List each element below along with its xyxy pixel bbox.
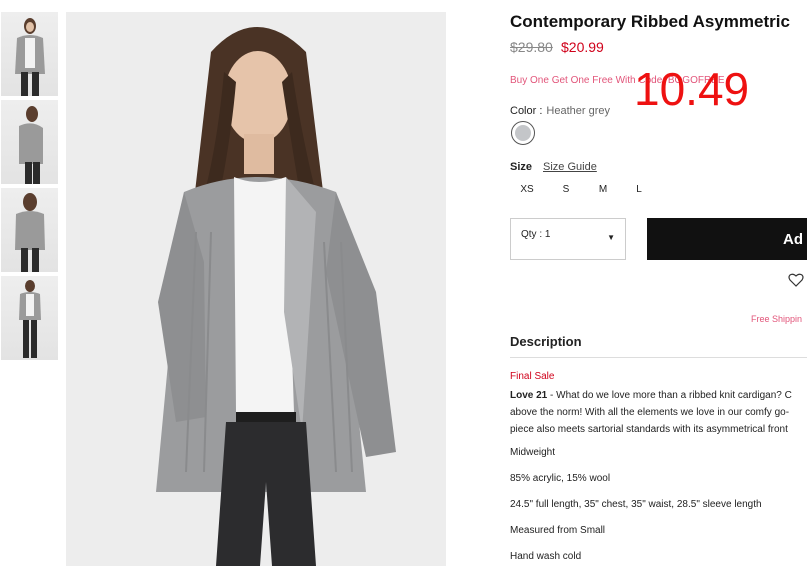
fabric-text: 85% acrylic, 15% wool — [510, 473, 611, 484]
color-swatch-heather-grey[interactable] — [511, 121, 535, 145]
free-shipping-text[interactable]: Free Shippin — [751, 314, 802, 324]
color-value: Heather grey — [546, 105, 610, 117]
product-title: Contemporary Ribbed Asymmetric — [510, 12, 790, 31]
size-label: Size — [510, 161, 533, 173]
description-line-2: above the norm! With all the elements we… — [510, 407, 790, 418]
size-option-l[interactable]: L — [624, 184, 654, 195]
measurements-text: 24.5" full length, 35" chest, 35" waist,… — [510, 499, 762, 510]
description-heading: Description — [510, 334, 582, 349]
add-to-bag-label: Ad — [783, 231, 803, 248]
thumbnail-side[interactable] — [1, 100, 58, 184]
measured-from-text: Measured from Small — [510, 525, 606, 536]
color-label: Color : — [510, 105, 543, 117]
heart-icon[interactable] — [788, 272, 804, 288]
original-price: $29.80 — [510, 39, 553, 55]
add-to-bag-button[interactable]: Ad — [647, 218, 807, 260]
product-info-panel: Contemporary Ribbed Asymmetric $29.80 $2… — [510, 0, 807, 566]
thumbnail-back[interactable] — [1, 188, 58, 272]
color-row: Color : Heather grey — [510, 105, 610, 117]
size-guide-link[interactable]: Size Guide — [543, 161, 597, 173]
quantity-select[interactable]: Qty : 1 ▼ — [510, 218, 626, 260]
promo-text: Buy One Get One Free With Code: BOGOFREE — [510, 75, 725, 86]
weight-text: Midweight — [510, 447, 556, 458]
model-illustration — [156, 27, 396, 566]
size-option-m[interactable]: M — [588, 184, 618, 195]
sale-price: $20.99 — [561, 39, 604, 55]
size-option-xs[interactable]: XS — [512, 184, 542, 195]
description-line-1: Love 21 - What do we love more than a ri… — [510, 390, 792, 401]
care-text: Hand wash cold — [510, 551, 582, 562]
product-main-image[interactable] — [66, 12, 446, 566]
intro-text-1: - What do we love more than a ribbed kni… — [547, 390, 792, 401]
size-option-s[interactable]: S — [551, 184, 581, 195]
swatch-fill — [515, 125, 531, 141]
thumbnail-full[interactable] — [1, 276, 58, 360]
description-divider — [510, 357, 807, 358]
final-sale-label: Final Sale — [510, 371, 555, 382]
thumbnail-front[interactable] — [1, 12, 58, 96]
caret-down-icon: ▼ — [607, 233, 615, 242]
description-line-3: piece also meets sartorial standards wit… — [510, 424, 788, 435]
brand-name: Love 21 — [510, 390, 548, 401]
quantity-value: Qty : 1 — [521, 229, 551, 240]
